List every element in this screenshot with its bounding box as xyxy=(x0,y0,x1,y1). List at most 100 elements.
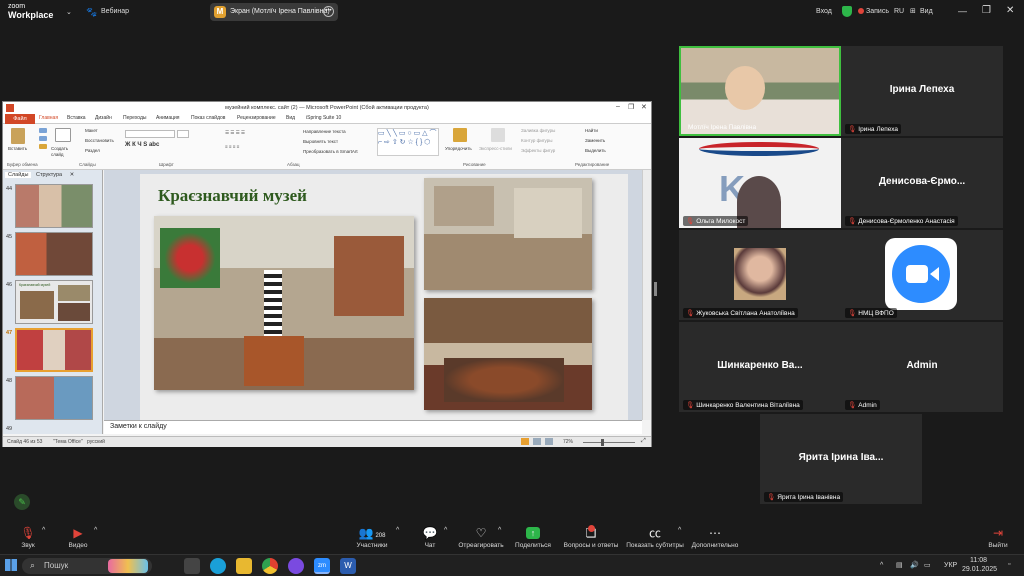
taskbar-search[interactable]: ⌕ Пошук xyxy=(22,558,152,574)
list-icons[interactable]: ☰ ☰ ☰ ☰ xyxy=(225,130,245,136)
language-indicator[interactable]: УКР xyxy=(944,562,957,569)
reading-view-icon[interactable] xyxy=(545,438,553,445)
file-explorer-icon[interactable] xyxy=(236,558,252,574)
clock-date[interactable]: 29.01.2025 xyxy=(962,566,997,573)
chevron-down-icon[interactable]: ⌄ xyxy=(66,8,72,16)
participant-tile[interactable]: Денисова-Єрмо... 🎙 Денисова-Єрмоленко Ана… xyxy=(841,138,1003,228)
reset-button[interactable]: Восстановить xyxy=(85,138,114,143)
create-slide-button[interactable]: Создать слайд xyxy=(51,146,75,158)
paste-icon[interactable] xyxy=(11,128,25,144)
font-size-select[interactable] xyxy=(177,130,189,138)
align-text-button[interactable]: Выровнять текст xyxy=(303,139,338,144)
video-chevron-icon[interactable]: ^ xyxy=(94,527,97,534)
replace-button[interactable]: Заменить xyxy=(585,138,605,143)
screen-share-pill[interactable]: M Экран (Мотлїч Ірена Павлівна) ••• xyxy=(210,3,338,21)
network-icon[interactable]: ▤ xyxy=(896,561,903,569)
shape-fill-button[interactable]: Заливка фигуры xyxy=(521,128,555,133)
react-chevron-icon[interactable]: ^ xyxy=(498,527,501,534)
captions-chevron-icon[interactable]: ^ xyxy=(678,527,681,534)
react-button[interactable]: ♡ Отреагировать xyxy=(456,521,506,549)
tab-insert[interactable]: Вставка xyxy=(67,115,86,121)
participants-button[interactable]: 👥 208 Участники xyxy=(350,521,394,549)
shape-effects-button[interactable]: Эффекты фигур xyxy=(521,148,555,153)
tab-ispring[interactable]: iSpring Suite 10 xyxy=(306,115,341,121)
shield-icon[interactable] xyxy=(842,6,852,17)
clock-time[interactable]: 11:08 xyxy=(970,557,987,564)
participant-tile[interactable]: Шинкаренко Ва... 🎙 Шинкаренко Валентина В… xyxy=(679,322,841,412)
text-direction-button[interactable]: Направление текста xyxy=(303,129,346,134)
participant-tile[interactable]: Admin 🎙 Admin xyxy=(841,322,1003,412)
task-view-icon[interactable] xyxy=(184,558,200,574)
volume-icon[interactable]: 🔊 xyxy=(910,561,919,569)
align-icons[interactable]: ≡ ≡ ≡ ≡ xyxy=(225,144,239,149)
participant-tile[interactable]: 🎙 НМЦ ВФПО xyxy=(841,230,1003,320)
video-button[interactable]: ▶ Видео xyxy=(62,521,94,549)
chrome-icon[interactable] xyxy=(262,558,278,574)
more-button[interactable]: ⋯ Дополнительно xyxy=(690,521,740,549)
tab-slides[interactable]: Слайды xyxy=(5,172,32,178)
participant-tile[interactable]: K 🎙 Ольга Милокост xyxy=(679,138,841,228)
word-icon[interactable]: W xyxy=(340,558,356,574)
slide-title[interactable]: Краєзнавчий музей xyxy=(158,186,307,206)
participants-chevron-icon[interactable]: ^ xyxy=(396,527,399,534)
arrange-button[interactable]: Упорядочить xyxy=(445,146,472,151)
restore-icon[interactable]: ❐ xyxy=(982,5,991,16)
annotate-icon[interactable]: ✎ xyxy=(14,494,30,510)
smartart-button[interactable]: Преобразовать в SmartArt xyxy=(303,149,358,154)
audio-button[interactable]: 🎙 Звук xyxy=(12,521,44,549)
shapes-gallery[interactable]: ▭ ╲ ╲ ▭ ○ ▭ △ ⌒ ⌐ ⇨ ⇧ ↻ ☆ { } ⬡ xyxy=(377,128,439,156)
ppt-minimize-icon[interactable]: – xyxy=(616,103,620,110)
notification-icon[interactable]: ▫ xyxy=(1008,561,1010,568)
more-icon[interactable]: ••• xyxy=(323,6,334,17)
copy-icon[interactable] xyxy=(39,136,47,141)
notes-pane[interactable]: Заметки к слайду xyxy=(104,420,642,434)
fit-slide-icon[interactable]: ⤢ xyxy=(641,438,646,445)
current-slide[interactable]: Краєзнавчий музей xyxy=(140,174,628,420)
select-button[interactable]: Выделить xyxy=(585,148,606,153)
close-icon[interactable]: ✕ xyxy=(1006,5,1014,16)
battery-icon[interactable]: ▭ xyxy=(924,561,931,569)
ppt-close-icon[interactable]: ✕ xyxy=(641,103,647,111)
tray-chevron-icon[interactable]: ^ xyxy=(880,562,883,569)
slide-thumb-45[interactable] xyxy=(15,232,93,276)
quick-styles-icon[interactable] xyxy=(491,128,505,142)
quick-styles-button[interactable]: Экспресс-стили xyxy=(479,146,512,151)
chat-chevron-icon[interactable]: ^ xyxy=(444,527,447,534)
chat-button[interactable]: 💬 Чат xyxy=(418,521,442,549)
view-button[interactable]: Вид xyxy=(920,8,933,15)
font-name-select[interactable] xyxy=(125,130,175,138)
new-slide-icon[interactable] xyxy=(55,128,71,142)
zoom-percent[interactable]: 72% xyxy=(563,439,573,445)
edge-icon[interactable] xyxy=(210,558,226,574)
tab-view[interactable]: Вид xyxy=(286,115,295,121)
paste-button[interactable]: Вставить xyxy=(8,146,27,151)
tab-review[interactable]: Рецензирование xyxy=(237,115,276,121)
slide-thumb-46[interactable]: Краєзнавчий музей xyxy=(15,280,93,324)
format-painter-icon[interactable] xyxy=(39,144,47,149)
tab-slideshow[interactable]: Показ слайдов xyxy=(191,115,225,121)
language-label[interactable]: RU xyxy=(894,8,904,15)
shape-outline-button[interactable]: Контур фигуры xyxy=(521,138,552,143)
section-button[interactable]: Раздел xyxy=(85,148,100,153)
viber-icon[interactable] xyxy=(288,558,304,574)
tab-outline[interactable]: Структура xyxy=(36,172,62,178)
share-button[interactable]: ↑ Поделиться xyxy=(512,521,554,549)
slide-thumb-44[interactable] xyxy=(15,184,93,228)
slide-scrollbar[interactable] xyxy=(642,170,651,420)
grid-icon[interactable]: ⊞ xyxy=(910,7,916,15)
participant-tile[interactable]: Ірина Лепеха 🎙 Ірина Лепеха xyxy=(841,46,1003,136)
zoom-slider-thumb[interactable] xyxy=(601,439,604,446)
ppt-restore-icon[interactable]: ❐ xyxy=(628,103,634,111)
tab-animation[interactable]: Анимация xyxy=(156,115,179,121)
tab-home[interactable]: Главная xyxy=(39,115,58,121)
slide-thumb-48[interactable] xyxy=(15,376,93,420)
panel-close-icon[interactable]: ✕ xyxy=(70,172,75,178)
file-tab[interactable]: Файл xyxy=(5,114,35,124)
zoom-slider[interactable] xyxy=(583,442,635,443)
participant-tile-active[interactable]: Мотлїч Ірена Павлівна xyxy=(679,46,841,136)
record-label[interactable]: Запись xyxy=(866,8,889,15)
tab-transitions[interactable]: Переходы xyxy=(123,115,146,121)
tab-design[interactable]: Дизайн xyxy=(95,115,112,121)
bold-icon[interactable]: Ж К Ч S abc xyxy=(125,142,159,148)
sorter-view-icon[interactable] xyxy=(533,438,541,445)
